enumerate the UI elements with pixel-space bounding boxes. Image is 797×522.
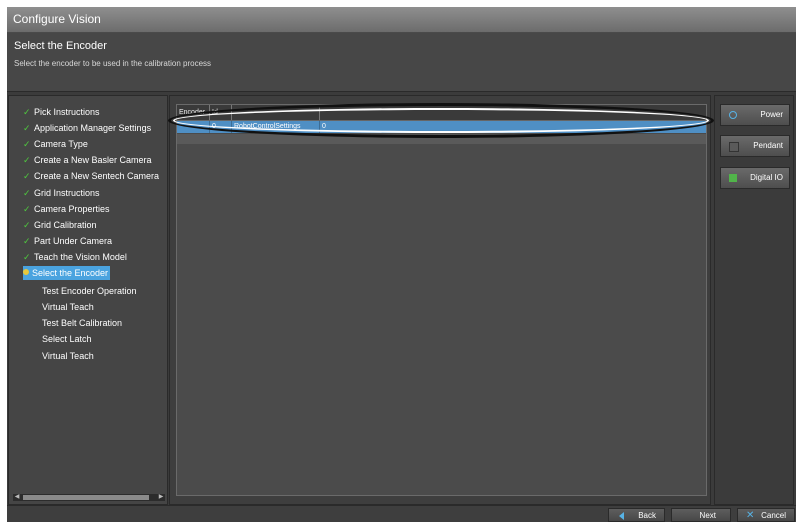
check-icon: ✓: [23, 220, 31, 230]
check-icon: ✓: [23, 236, 31, 246]
steps-horizontal-scrollbar[interactable]: ◀ ▶: [13, 494, 165, 501]
next-button[interactable]: Next: [671, 508, 731, 522]
step-application-manager-settings[interactable]: ✓ Application Manager Settings: [23, 121, 151, 135]
page-subtitle: Select the encoder to be used in the cal…: [14, 59, 212, 68]
title-bar: Configure Vision: [7, 7, 796, 33]
scroll-right-icon[interactable]: ▶: [157, 494, 165, 501]
cell-controller: RobotControlSettings: [232, 121, 320, 133]
step-grid-instructions[interactable]: ✓ Grid Instructions: [23, 186, 100, 200]
step-part-under-camera[interactable]: ✓ Part Under Camera: [23, 234, 112, 248]
power-button[interactable]: Power: [720, 104, 790, 126]
step-create-sentech-camera[interactable]: ✓ Create a New Sentech Camera: [23, 169, 159, 183]
configure-vision-window: Configure Vision Select the Encoder Sele…: [7, 7, 796, 522]
cancel-button[interactable]: ✕ Cancel: [737, 508, 795, 522]
pendant-button[interactable]: Pendant: [720, 135, 790, 157]
digital-io-button[interactable]: Digital IO: [720, 167, 790, 189]
column-header-4[interactable]: [320, 105, 707, 120]
step-select-encoder[interactable]: Select the Encoder: [23, 266, 111, 280]
step-teach-vision-model[interactable]: ✓ Teach the Vision Model: [23, 250, 127, 264]
right-tools-panel: Power Pendant Digital IO: [714, 95, 794, 505]
column-header-3[interactable]: [232, 105, 320, 120]
back-button[interactable]: Back: [608, 508, 665, 522]
step-test-encoder-operation[interactable]: Test Encoder Operation: [42, 284, 137, 298]
check-icon: ✓: [23, 204, 31, 214]
encoder-panel: Encoder Id 0 RobotControlSettings 0: [168, 95, 714, 505]
step-virtual-teach[interactable]: Virtual Teach: [42, 300, 94, 314]
step-camera-properties[interactable]: ✓ Camera Properties: [23, 202, 110, 216]
cell-encoder: [177, 121, 210, 133]
back-arrow-icon: [619, 512, 624, 520]
table-row[interactable]: 0 RobotControlSettings 0: [177, 121, 706, 133]
check-icon: ✓: [23, 123, 31, 133]
step-create-basler-camera[interactable]: ✓ Create a New Basler Camera: [23, 153, 152, 167]
scrollbar-thumb[interactable]: [23, 495, 149, 500]
window-title: Configure Vision: [13, 12, 101, 26]
page-title: Select the Encoder: [14, 40, 107, 52]
check-icon: ✓: [23, 155, 31, 165]
step-pick-instructions[interactable]: ✓ Pick Instructions: [23, 105, 100, 119]
table-header: Encoder Id: [177, 105, 706, 121]
step-camera-type[interactable]: ✓ Camera Type: [23, 137, 88, 151]
pendant-icon: [729, 142, 739, 152]
step-select-latch[interactable]: Select Latch: [42, 332, 92, 346]
check-icon: ✓: [23, 252, 31, 262]
step-test-belt-calibration[interactable]: Test Belt Calibration: [42, 316, 122, 330]
table-row-empty: [177, 134, 706, 144]
wizard-steps-panel: ✓ Pick Instructions ✓ Application Manager …: [8, 95, 168, 505]
encoder-table: Encoder Id 0 RobotControlSettings 0: [176, 104, 707, 496]
cell-value: 0: [322, 123, 326, 130]
column-header-encoder[interactable]: Encoder: [177, 105, 210, 120]
wizard-header: Select the Encoder Select the encoder to…: [7, 33, 796, 92]
current-step-icon: [23, 269, 29, 275]
power-icon: [729, 111, 737, 119]
cancel-x-icon: ✕: [746, 510, 755, 521]
digital-io-icon: [729, 174, 737, 182]
check-icon: ✓: [23, 171, 31, 181]
wizard-footer: Back Next ✕ Cancel: [7, 505, 796, 522]
check-icon: ✓: [23, 188, 31, 198]
step-grid-calibration[interactable]: ✓ Grid Calibration: [23, 218, 97, 232]
column-header-id[interactable]: Id: [210, 105, 232, 120]
step-virtual-teach-2[interactable]: Virtual Teach: [42, 349, 94, 363]
cell-id: 0: [210, 121, 232, 133]
check-icon: ✓: [23, 139, 31, 149]
check-icon: ✓: [23, 107, 31, 117]
scroll-left-icon[interactable]: ◀: [13, 494, 21, 501]
